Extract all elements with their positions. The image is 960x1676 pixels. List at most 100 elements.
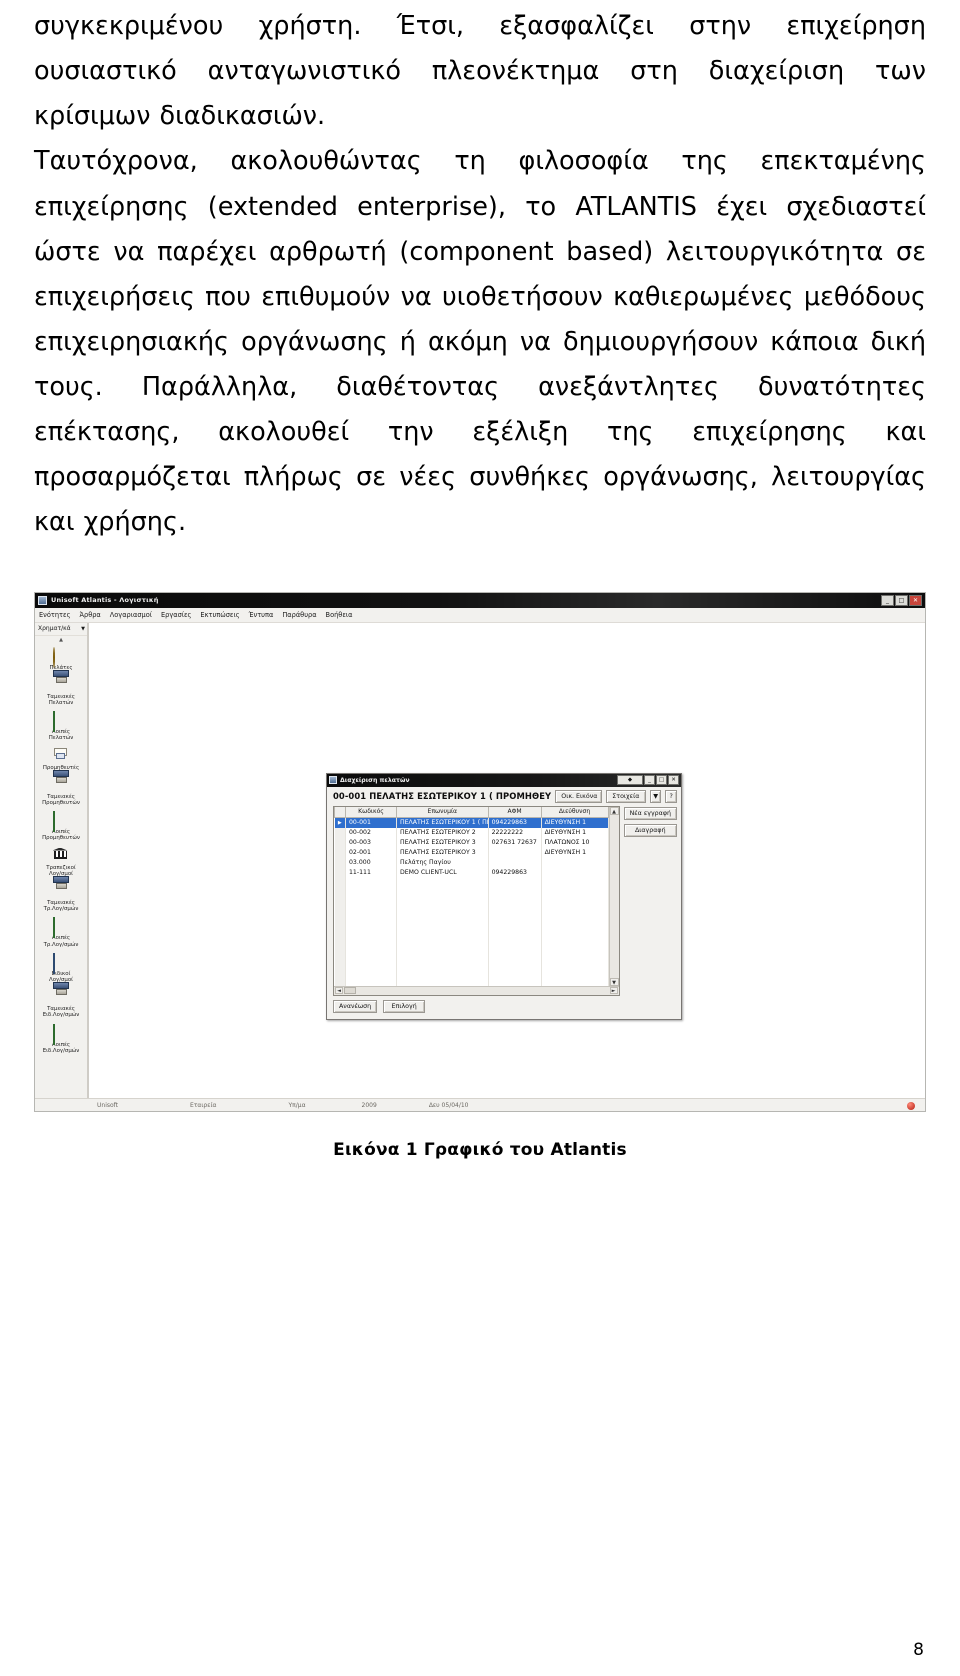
table-row-empty: [334, 927, 609, 938]
cell-code: 03.000: [345, 857, 397, 868]
status-etaireia: Εταιρεία: [190, 1102, 217, 1109]
sidebar-scroll-up-icon[interactable]: ▲: [35, 636, 87, 644]
menu-item-arthra[interactable]: Άρθρα: [79, 611, 100, 619]
menu-item-logariasmoi[interactable]: Λογαριασμοί: [110, 611, 152, 619]
sidebar-item-loipes-eidikon[interactable]: Λοιπές Ειδ.Λογ/σμών: [35, 1022, 87, 1057]
delete-button[interactable]: Διαγραφή: [623, 823, 677, 837]
table-row[interactable]: 02-001 ΠΕΛΑΤΗΣ ΕΣΩΤΕΡΙΚΟΥ 3 ΔΙΕΥΘΥΝΣΗ 1: [334, 847, 609, 858]
restore-wide-icon[interactable]: ◆: [617, 774, 643, 785]
sidebar-item-label: Λοιπές Τρ.Λογ/σμών: [43, 935, 79, 948]
dialog-record-heading: 00-001 ΠΕΛΑΤΗΣ ΕΣΩΤΕΡΙΚΟΥ 1 ( ΠΡΟΜΗΘΕΥ: [333, 791, 552, 801]
table-row-empty: [334, 947, 609, 958]
cell-name: DEMO CLIENT-UCL: [396, 867, 489, 878]
table-row-empty: [334, 967, 609, 978]
scroll-down-icon[interactable]: ▼: [609, 977, 619, 986]
table-row-empty: [334, 897, 609, 908]
ledger-icon: [52, 811, 70, 833]
scroll-right-icon[interactable]: ►: [609, 987, 618, 994]
application-window: Unisoft Atlantis - Λογιστική _ □ ✕ Ενότη…: [34, 591, 926, 1112]
table-row[interactable]: 11-111 DEMO CLIENT-UCL 094229863: [334, 867, 609, 878]
chevron-down-icon[interactable]: ▼: [81, 626, 85, 632]
scrollbar-thumb[interactable]: [344, 987, 356, 994]
row-marker-cell: [334, 837, 346, 848]
scroll-up-icon[interactable]: ▲: [609, 806, 619, 815]
column-header-dieuthynsi[interactable]: Διεύθυνση: [540, 806, 609, 818]
table-row[interactable]: 00-003 ΠΕΛΑΤΗΣ ΕΣΩΤΕΡΙΚΟΥ 3 027631 72637…: [334, 837, 609, 848]
cell-code: 11-111: [345, 867, 397, 878]
column-header-afm[interactable]: ΑΦΜ: [487, 806, 542, 818]
row-marker-cell: [334, 867, 346, 878]
table-row-empty: [334, 907, 609, 918]
chevron-down-icon[interactable]: ▼: [649, 789, 662, 803]
dialog-window-controls[interactable]: ◆ _ □ ✕: [617, 774, 679, 785]
table-row[interactable]: 03.000 Πελάτης Παγίου: [334, 857, 609, 868]
sidebar-group-selector[interactable]: Χρηματ/κά ▼: [35, 623, 87, 636]
sidebar-item-loipes-trapezikon[interactable]: Λοιπές Τρ.Λογ/σμών: [35, 915, 87, 950]
refresh-button[interactable]: Ανανέωση: [333, 999, 378, 1013]
select-button[interactable]: Επιλογή: [383, 999, 426, 1013]
row-marker-cell: [334, 827, 346, 838]
dialog-footer: Ανανέωση Επιλογή: [327, 999, 681, 1019]
menu-item-enotites[interactable]: Ενότητες: [39, 611, 70, 619]
row-marker-cell: [334, 857, 346, 868]
help-icon[interactable]: ?: [665, 789, 677, 803]
close-icon[interactable]: ✕: [909, 594, 922, 606]
cell-address: [541, 867, 609, 878]
menu-item-entypa[interactable]: Έντυπα: [249, 611, 274, 619]
vertical-scrollbar[interactable]: ▲ ▼: [608, 806, 619, 986]
window-controls[interactable]: _ □ ✕: [881, 594, 922, 606]
dialog-header: 00-001 ΠΕΛΑΤΗΣ ΕΣΩΤΕΡΙΚΟΥ 1 ( ΠΡΟΜΗΘΕΥ Ο…: [327, 787, 681, 806]
sidebar-item-trapezikoi-logariasmoi[interactable]: Τραπεζικοί Λογ/σμοί: [35, 845, 87, 880]
sidebar-item-loipes-promitheuton[interactable]: Λοιπές Προμηθευτών: [35, 809, 87, 844]
status-year: 2009: [361, 1102, 377, 1109]
grid-viewport: Κωδικός Επωνυμία ΑΦΜ Διεύθυνση ▶ 00-001 …: [334, 806, 619, 988]
cashbox-icon: [53, 989, 70, 1004]
customers-grid[interactable]: Κωδικός Επωνυμία ΑΦΜ Διεύθυνση ▶ 00-001 …: [333, 805, 620, 996]
cell-afm: [488, 857, 542, 868]
cell-afm: 22222222: [488, 827, 542, 838]
menu-item-voitheia[interactable]: Βοήθεια: [326, 611, 353, 619]
cell-name: ΠΕΛΑΤΗΣ ΕΣΩΤΕΡΙΚΟΥ 1 ( ΠΡΟΜΗΘΕΥΤΗΣ ): [396, 817, 489, 828]
cell-code: 00-002: [345, 827, 397, 838]
stoixeia-button[interactable]: Στοιχεία: [605, 789, 646, 803]
cashbox-icon: [53, 677, 70, 692]
table-row-empty: [334, 917, 609, 928]
status-branch: Υπ/μα: [288, 1102, 306, 1109]
page-number: 8: [913, 1640, 924, 1660]
coin-icon: [52, 646, 70, 668]
sidebar-item-tameiakes-promitheuton[interactable]: Ταμειακές Προμηθευτών: [35, 774, 87, 809]
menu-item-parathyra[interactable]: Παράθυρα: [282, 611, 316, 619]
maximize-icon[interactable]: □: [656, 774, 667, 785]
menu-item-ergasies[interactable]: Εργασίες: [161, 611, 191, 619]
scroll-left-icon[interactable]: ◄: [335, 987, 343, 994]
app-icon: [38, 595, 47, 605]
column-header-eponymia[interactable]: Επωνυμία: [396, 806, 489, 818]
table-row[interactable]: ▶ 00-001 ΠΕΛΑΤΗΣ ΕΣΩΤΕΡΙΚΟΥ 1 ( ΠΡΟΜΗΘΕΥ…: [334, 817, 609, 828]
dialog-side-buttons: Νέα εγγραφή Διαγραφή: [623, 806, 677, 996]
table-header-row: Κωδικός Επωνυμία ΑΦΜ Διεύθυνση: [334, 806, 609, 818]
sidebar-item-label: Ταμειακές Τρ.Λογ/σμών: [43, 899, 79, 913]
menubar[interactable]: Ενότητες Άρθρα Λογαριασμοί Εργασίες Εκτυ…: [35, 607, 925, 623]
maximize-icon[interactable]: □: [895, 594, 908, 606]
sidebar-item-tameiakes-trapezikon[interactable]: Ταμειακές Τρ.Λογ/σμών: [35, 880, 87, 915]
minimize-icon[interactable]: _: [881, 594, 894, 606]
close-icon[interactable]: ✕: [668, 774, 679, 785]
customers-table: Κωδικός Επωνυμία ΑΦΜ Διεύθυνση ▶ 00-001 …: [334, 806, 609, 988]
sidebar-item-tameiakes-eidikon[interactable]: Ταμειακές Ειδ.Λογ/σμών: [35, 986, 87, 1021]
sidebar-item-eidikoi-logariasmoi[interactable]: Ειδικοί Λογ/σμοί: [35, 951, 87, 986]
cell-name: ΠΕΛΑΤΗΣ ΕΣΩΤΕΡΙΚΟΥ 3: [396, 837, 489, 848]
status-company: Unisoft: [97, 1102, 119, 1109]
figure-screenshot: Unisoft Atlantis - Λογιστική _ □ ✕ Ενότη…: [34, 591, 926, 1112]
sidebar-item-label: Ταμειακές Ειδ.Λογ/σμών: [42, 1006, 80, 1019]
sidebar-group-label: Χρηματ/κά: [38, 625, 71, 632]
oikonomiki-eikona-button[interactable]: Οικ. Εικόνα: [555, 789, 602, 803]
table-body: ▶ 00-001 ΠΕΛΑΤΗΣ ΕΣΩΤΕΡΙΚΟΥ 1 ( ΠΡΟΜΗΘΕΥ…: [334, 817, 609, 988]
new-record-button[interactable]: Νέα εγγραφή: [623, 806, 677, 820]
sidebar-item-loipes-pelaton[interactable]: Λοιπές Πελατών: [35, 709, 87, 744]
horizontal-scrollbar[interactable]: ◄ ►: [334, 985, 619, 995]
menu-item-ektyposeis[interactable]: Εκτυπώσεις: [200, 611, 239, 619]
table-row[interactable]: 00-002 ΠΕΛΑΤΗΣ ΕΣΩΤΕΡΙΚΟΥ 2 22222222 ΔΙΕ…: [334, 827, 609, 838]
minimize-icon[interactable]: _: [644, 774, 655, 785]
column-header-kodikos[interactable]: Κωδικός: [345, 806, 397, 818]
sidebar-item-tameiakes-pelaton[interactable]: Ταμειακές Πελατών: [35, 674, 87, 709]
